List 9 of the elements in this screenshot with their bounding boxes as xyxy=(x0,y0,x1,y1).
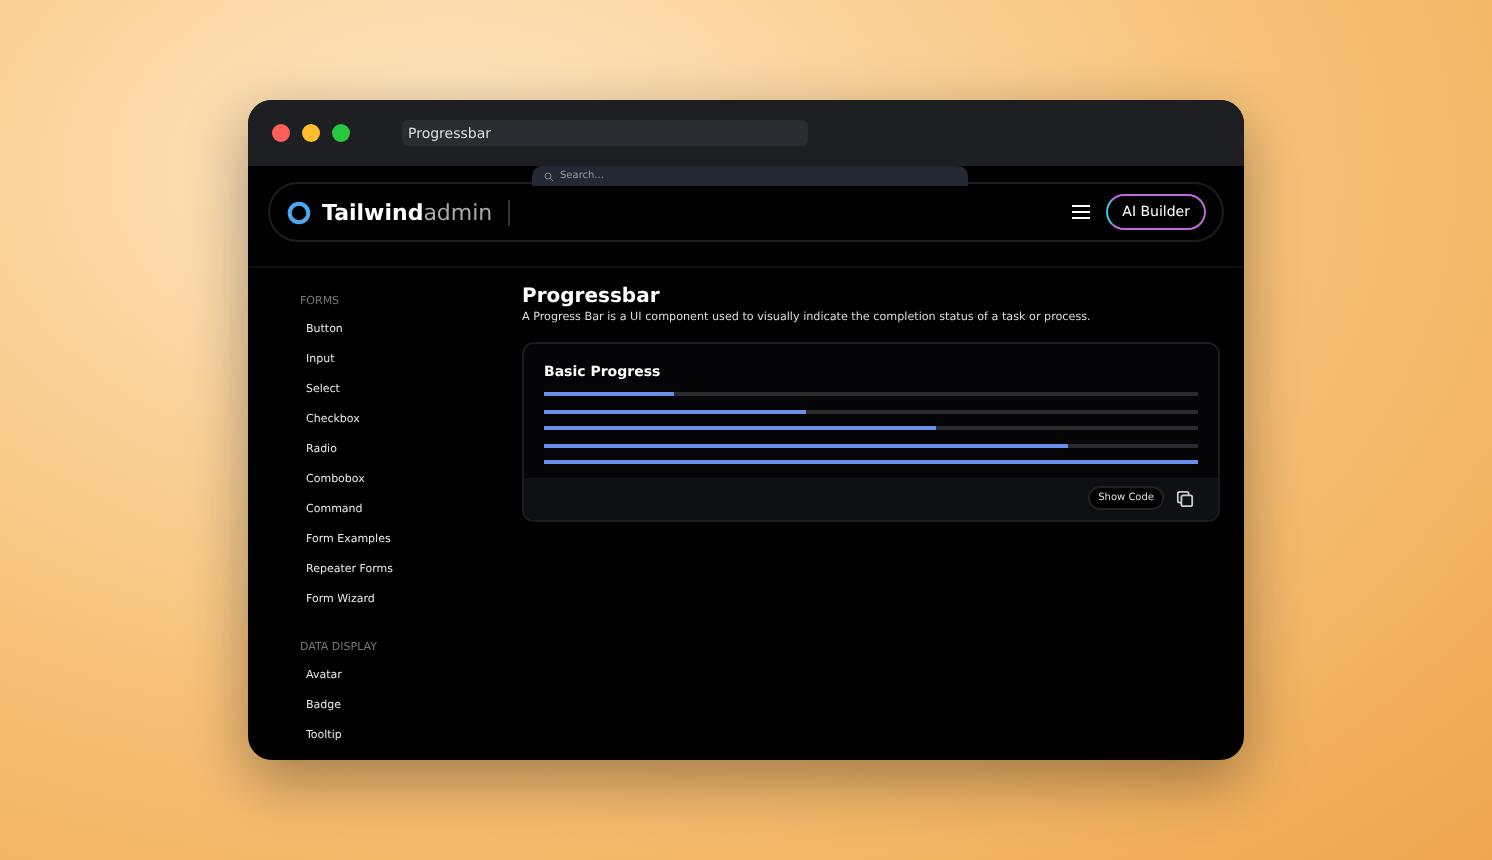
minimize-icon[interactable] xyxy=(302,124,320,142)
page-title: Progressbar xyxy=(522,286,662,308)
logo-text: Tailwindadmin xyxy=(322,199,511,225)
maximize-icon[interactable] xyxy=(332,124,350,142)
search-icon xyxy=(544,171,554,181)
close-icon[interactable] xyxy=(272,124,290,142)
copy-icon[interactable] xyxy=(1176,489,1194,507)
logo-icon xyxy=(286,199,312,225)
menu-icon[interactable] xyxy=(1072,204,1091,220)
